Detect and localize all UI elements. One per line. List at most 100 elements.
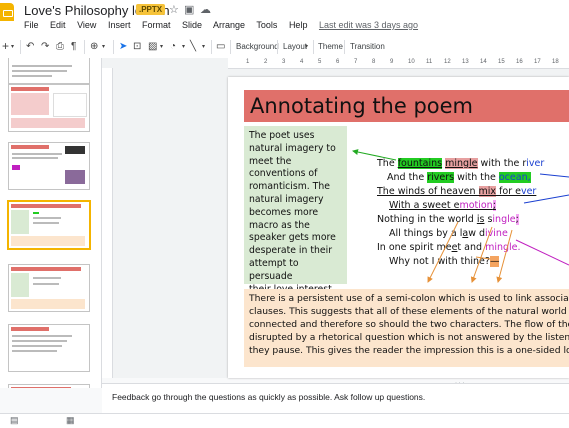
star-icon[interactable]: ☆ bbox=[169, 3, 179, 16]
toolbar-divider bbox=[211, 40, 212, 54]
cloud-status-icon[interactable]: ☁ bbox=[200, 3, 211, 16]
thumb-box bbox=[11, 210, 29, 234]
arrow-orange[interactable] bbox=[427, 221, 459, 283]
ruler-tick-label: 1 bbox=[246, 59, 250, 65]
arrow-orange[interactable] bbox=[496, 229, 513, 283]
menu-view[interactable]: View bbox=[77, 20, 96, 30]
move-folder-icon[interactable]: ▣ bbox=[184, 3, 194, 16]
layout-button[interactable]: Layout bbox=[283, 42, 307, 51]
ruler-tick-label: 2 bbox=[264, 59, 268, 65]
ruler-tick-label: 6 bbox=[336, 59, 340, 65]
thumb-text-line bbox=[33, 222, 59, 224]
arrow-orange[interactable] bbox=[475, 256, 491, 260]
arrow-orange[interactable] bbox=[470, 226, 493, 283]
print-icon[interactable]: ⎙ bbox=[56, 41, 64, 52]
new-slide-plus-icon[interactable]: + bbox=[2, 39, 9, 53]
new-slide-dropdown-icon[interactable]: ▾ bbox=[11, 43, 14, 50]
toolbar-divider bbox=[344, 40, 345, 54]
paint-format-icon[interactable]: ¶ bbox=[71, 41, 76, 52]
last-edit-link[interactable]: Last edit was 3 days ago bbox=[319, 20, 418, 30]
arrow-blue[interactable] bbox=[539, 173, 569, 178]
menu-slide[interactable]: Slide bbox=[182, 20, 202, 30]
ruler-tick-label: 9 bbox=[390, 59, 394, 65]
slide-thumbnail-selected[interactable] bbox=[7, 200, 91, 250]
thumb-text-line bbox=[12, 340, 67, 342]
menu-file[interactable]: File bbox=[24, 20, 39, 30]
analysis-line: they pause. This gives the reader the im… bbox=[249, 345, 569, 356]
transition-button[interactable]: Transition bbox=[350, 42, 385, 51]
slide-thumbnail[interactable] bbox=[8, 58, 90, 84]
toolbar-divider bbox=[20, 40, 21, 54]
ruler-tick-label: 3 bbox=[282, 59, 286, 65]
line-icon[interactable]: ╲ bbox=[190, 41, 196, 52]
toolbar-divider bbox=[113, 40, 114, 54]
menu-format[interactable]: Format bbox=[142, 20, 171, 30]
ruler-tick-label: 17 bbox=[534, 59, 541, 65]
arrow-magenta[interactable] bbox=[515, 239, 569, 266]
thumb-title-bar bbox=[11, 204, 81, 208]
horizontal-ruler: 1 2 3 4 5 6 7 8 9 10 11 12 13 14 15 16 17 18 bbox=[228, 58, 569, 69]
ruler-tick-label: 14 bbox=[480, 59, 487, 65]
arrow-blue[interactable] bbox=[523, 194, 569, 204]
thumb-box bbox=[53, 93, 87, 117]
thumb-text-line bbox=[12, 65, 72, 67]
thumb-box bbox=[65, 146, 85, 154]
undo-icon[interactable]: ↶ bbox=[26, 41, 34, 52]
image-icon[interactable]: ▨ bbox=[148, 41, 157, 52]
analysis-text[interactable]: There is a persistent use of a semi-colo… bbox=[249, 292, 569, 357]
toolbar-divider bbox=[230, 40, 231, 54]
zoom-dropdown-icon[interactable]: ▾ bbox=[102, 43, 105, 50]
image-dropdown-icon[interactable]: ▾ bbox=[160, 43, 163, 50]
thumb-box bbox=[65, 170, 85, 184]
notes-resize-handle[interactable]: · · · bbox=[455, 380, 464, 386]
ruler-tick-label: 16 bbox=[516, 59, 523, 65]
menu-insert[interactable]: Insert bbox=[108, 20, 131, 30]
toolbar-divider bbox=[313, 40, 314, 54]
redo-icon[interactable]: ↷ bbox=[41, 41, 49, 52]
thumb-box bbox=[12, 165, 20, 170]
toolbar: + ▾ ↶ ↷ ⎙ ¶ ⊕ ▾ ➤ ⊡ ▨ ▾ ◔ ▾ ╲ ▾ ▭ Backgr… bbox=[0, 36, 569, 59]
menu-help[interactable]: Help bbox=[289, 20, 308, 30]
file-type-badge: .PPTX bbox=[136, 4, 166, 15]
thumb-box bbox=[11, 273, 29, 297]
shape-icon[interactable]: ◔ bbox=[170, 41, 176, 52]
analysis-line: clauses. This suggests that all of these… bbox=[249, 306, 569, 317]
thumb-title-bar bbox=[11, 145, 49, 149]
thumb-text-line bbox=[12, 157, 58, 159]
ruler-tick-label: 4 bbox=[300, 59, 304, 65]
theme-button[interactable]: Theme bbox=[318, 42, 343, 51]
text-box-icon[interactable]: ⊡ bbox=[133, 41, 141, 52]
background-button[interactable]: Background bbox=[236, 42, 279, 51]
slide-thumbnail[interactable] bbox=[8, 142, 90, 190]
comment-icon[interactable]: ▭ bbox=[216, 41, 225, 52]
analysis-line: connected and therefore so should the tw… bbox=[249, 319, 569, 330]
ruler-tick-label: 11 bbox=[426, 59, 433, 65]
slide-filmstrip[interactable] bbox=[0, 58, 102, 388]
menu-edit[interactable]: Edit bbox=[50, 20, 66, 30]
slide-thumbnail[interactable] bbox=[8, 324, 90, 372]
ruler-tick-label: 5 bbox=[318, 59, 322, 65]
select-cursor-icon[interactable]: ➤ bbox=[119, 41, 127, 52]
zoom-icon[interactable]: ⊕ bbox=[90, 41, 98, 52]
menu-tools[interactable]: Tools bbox=[256, 20, 277, 30]
slide-thumbnail[interactable] bbox=[8, 384, 90, 388]
layout-dropdown-icon[interactable]: ▾ bbox=[305, 43, 308, 50]
thumb-title-bar bbox=[11, 267, 81, 271]
toolbar-divider bbox=[84, 40, 85, 54]
shape-dropdown-icon[interactable]: ▾ bbox=[182, 43, 185, 50]
thumb-text-line bbox=[33, 277, 61, 279]
menu-arrange[interactable]: Arrange bbox=[213, 20, 245, 30]
ruler-tick-label: 13 bbox=[462, 59, 469, 65]
grid-view-icon[interactable]: ▦ bbox=[66, 415, 75, 426]
arrow-green[interactable] bbox=[352, 149, 397, 161]
thumb-text-line bbox=[12, 153, 62, 155]
filmstrip-view-icon[interactable]: ▤ bbox=[10, 415, 19, 426]
slide-thumbnail[interactable] bbox=[8, 84, 90, 132]
ruler-tick-label: 15 bbox=[498, 59, 505, 65]
thumb-text-line bbox=[33, 283, 59, 285]
line-dropdown-icon[interactable]: ▾ bbox=[202, 43, 205, 50]
speaker-notes-text[interactable]: Feedback go through the questions as qui… bbox=[112, 392, 425, 402]
slides-logo-icon[interactable] bbox=[0, 3, 14, 21]
thumb-box bbox=[11, 118, 85, 128]
slide-thumbnail[interactable] bbox=[8, 264, 90, 312]
